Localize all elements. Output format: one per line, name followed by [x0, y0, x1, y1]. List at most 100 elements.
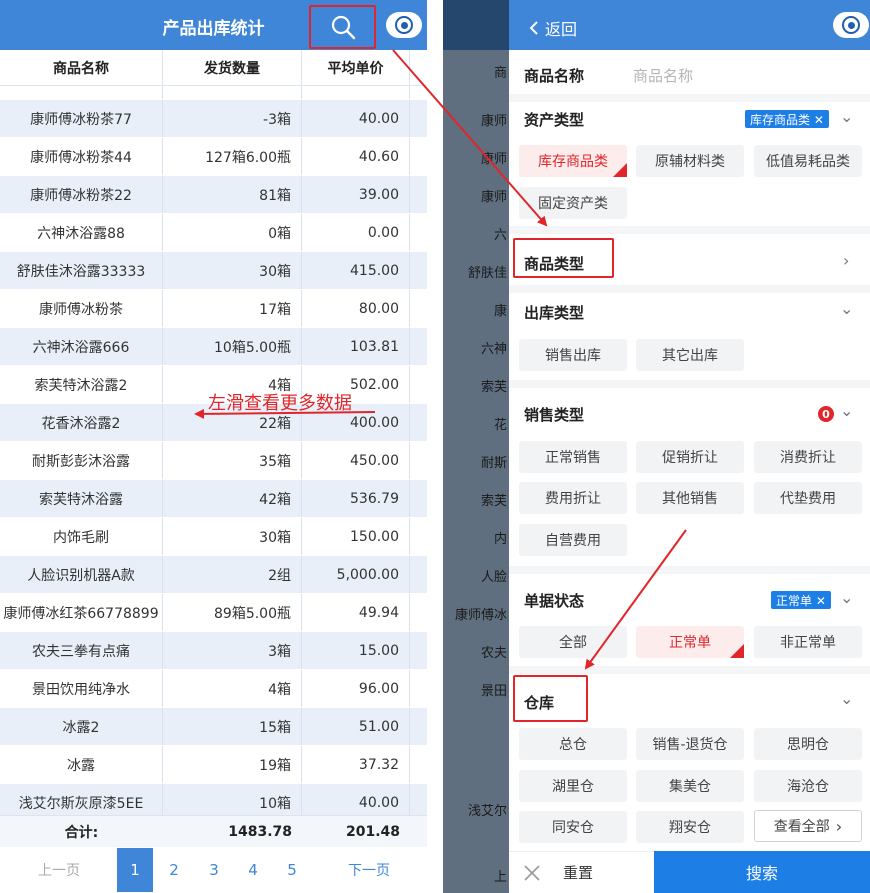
cell-price: 96.00: [302, 670, 410, 707]
dimmed-background[interactable]: 商康师 康师 康师六舒肤佳康六神 索芙花耐斯 索芙内人脸 康师傅冰 农夫 景田 浅艾尔上: [443, 0, 509, 893]
warehouse-option[interactable]: 海沧仓: [754, 770, 862, 802]
asset-type-badge[interactable]: 库存商品类 ✕: [745, 110, 829, 128]
asset-option[interactable]: 固定资产类: [519, 187, 627, 219]
warehouse-option[interactable]: 销售-退货仓: [636, 728, 744, 760]
total-row: 合计: 1483.78 201.48: [0, 815, 427, 847]
table-row[interactable]: 内饰毛刷 30箱 150.00: [0, 518, 427, 556]
prev-page-button[interactable]: 上一页: [38, 860, 80, 880]
status-label: 单据状态: [524, 592, 585, 610]
chevron-down-icon[interactable]: ⌄: [840, 299, 853, 318]
warehouse-option[interactable]: 湖里仓: [519, 770, 627, 802]
next-page-button[interactable]: 下一页: [348, 860, 390, 880]
search-submit-button[interactable]: 搜索: [654, 851, 870, 893]
table-row[interactable]: 冰露 19箱 37.32: [0, 746, 427, 784]
view-all-button[interactable]: 查看全部 ›: [754, 810, 862, 842]
table-row[interactable]: 六神沐浴露666 10箱5.00瓶 103.81: [0, 328, 427, 366]
page-3-button[interactable]: 3: [196, 848, 232, 892]
cell-name: 康师傅冰粉茶: [0, 290, 163, 327]
table-body[interactable]: 康师傅冰粉茶77 -3箱 40.00 康师傅冰粉茶44 127箱6.00瓶 40.60 康师…: [0, 86, 427, 815]
warehouse-option[interactable]: 集美仓: [636, 770, 744, 802]
status-option[interactable]: 全部: [519, 626, 627, 658]
cell-more: [410, 366, 427, 403]
background-cell: 索芙: [480, 380, 507, 395]
background-cell: 农夫: [480, 646, 507, 661]
table-row[interactable]: 浅艾尔斯灰原漆5EE 10箱 40.00: [0, 784, 427, 815]
sale-type-option[interactable]: 自营费用: [519, 524, 627, 556]
cell-price: 536.79: [302, 480, 410, 517]
table-row[interactable]: 六神沐浴露88 0箱 0.00: [0, 214, 427, 252]
page-1-button[interactable]: 1: [117, 848, 153, 892]
chevron-down-icon[interactable]: ⌄: [840, 107, 853, 126]
target-icon[interactable]: [833, 12, 869, 38]
col-name[interactable]: 商品名称: [0, 50, 163, 85]
status-option[interactable]: 正常单: [636, 626, 744, 658]
chevron-down-icon[interactable]: ⌄: [840, 588, 853, 607]
close-icon: [524, 864, 540, 881]
cell-name: 舒肤佳沐浴露33333: [0, 252, 163, 289]
sale-type-option[interactable]: 正常销售: [519, 441, 627, 473]
table-row[interactable]: 康师傅冰粉茶 17箱 80.00: [0, 290, 427, 328]
asset-option[interactable]: 库存商品类: [519, 145, 627, 177]
sale-type-option[interactable]: 促销折让: [636, 441, 744, 473]
cell-name: 人脸识别机器A款: [0, 556, 163, 593]
reset-button[interactable]: 重置: [509, 851, 654, 893]
cell-qty: 3箱: [163, 632, 302, 669]
divider: [509, 226, 870, 234]
background-cell: 康师: [480, 190, 507, 205]
sale-type-option[interactable]: 消费折让: [754, 441, 862, 473]
asset-option[interactable]: 低值易耗品类: [754, 145, 862, 177]
cell-qty: 19箱: [163, 746, 302, 783]
table-row[interactable]: 康师傅冰粉茶22 81箱 39.00: [0, 176, 427, 214]
cell-qty: 4箱: [163, 670, 302, 707]
table-row[interactable]: 人脸识别机器A款 2组 5,000.00: [0, 556, 427, 594]
back-button[interactable]: 返回: [529, 16, 577, 40]
total-price: 201.48: [345, 823, 400, 840]
warehouse-option[interactable]: 总仓: [519, 728, 627, 760]
page-5-button[interactable]: 5: [274, 848, 310, 892]
asset-option[interactable]: 原辅材料类: [636, 145, 744, 177]
warehouse-option[interactable]: 思明仓: [754, 728, 862, 760]
out-type-option[interactable]: 销售出库: [519, 339, 627, 371]
cell-qty: 35箱: [163, 442, 302, 479]
background-cell: 景田: [480, 684, 507, 699]
table-row[interactable]: 景田饮用纯净水 4箱 96.00: [0, 670, 427, 708]
status-badge[interactable]: 正常单 ✕: [771, 591, 831, 609]
out-type-option[interactable]: 其它出库: [636, 339, 744, 371]
status-option[interactable]: 非正常单: [754, 626, 862, 658]
chevron-down-icon[interactable]: ⌄: [840, 689, 853, 708]
table-row[interactable]: 冰露2 15箱 51.00: [0, 708, 427, 746]
background-cell: 内: [493, 532, 507, 547]
table-row[interactable]: 舒肤佳沐浴露33333 30箱 415.00: [0, 252, 427, 290]
sale-type-option[interactable]: 其他销售: [636, 482, 744, 514]
cell-qty: 10箱: [163, 784, 302, 815]
total-label: 合计:: [64, 824, 99, 841]
background-cell: 花: [493, 418, 507, 433]
sale-type-option[interactable]: 费用折让: [519, 482, 627, 514]
table-row[interactable]: 康师傅冰红茶66778899 89箱5.00瓶 49.94: [0, 594, 427, 632]
drawer-header: 返回: [509, 0, 870, 50]
table-row[interactable]: 农夫三拳有点痛 3箱 15.00: [0, 632, 427, 670]
background-cell: 康师: [480, 152, 507, 167]
chevron-right-icon[interactable]: ›: [843, 251, 849, 270]
name-input[interactable]: 商品名称: [633, 65, 693, 86]
col-qty[interactable]: 发货数量: [163, 50, 302, 85]
cell-price: 49.94: [302, 594, 410, 631]
cell-name: 冰露: [0, 746, 163, 783]
page-2-button[interactable]: 2: [156, 848, 192, 892]
table-row[interactable]: 康师傅冰粉茶77 -3箱 40.00: [0, 100, 427, 138]
col-price[interactable]: 平均单价: [302, 50, 410, 85]
table-row[interactable]: 耐斯彭彭沐浴露 35箱 450.00: [0, 442, 427, 480]
table-row[interactable]: 康师傅冰粉茶44 127箱6.00瓶 40.60: [0, 138, 427, 176]
chevron-down-icon[interactable]: ⌄: [840, 401, 853, 420]
cell-name: 浅艾尔斯灰原漆5EE: [0, 784, 163, 815]
page-4-button[interactable]: 4: [235, 848, 271, 892]
target-icon[interactable]: [386, 12, 422, 38]
warehouse-option[interactable]: 翔安仓: [636, 811, 744, 843]
table-row[interactable]: 索芙特沐浴露 42箱 536.79: [0, 480, 427, 518]
sale-type-option[interactable]: 代垫费用: [754, 482, 862, 514]
sale-type-count: 0: [818, 406, 834, 422]
table-row-partial: [0, 86, 427, 100]
cell-more: [410, 404, 427, 441]
warehouse-option[interactable]: 同安仓: [519, 811, 627, 843]
cell-name: 康师傅冰红茶66778899: [0, 594, 163, 631]
